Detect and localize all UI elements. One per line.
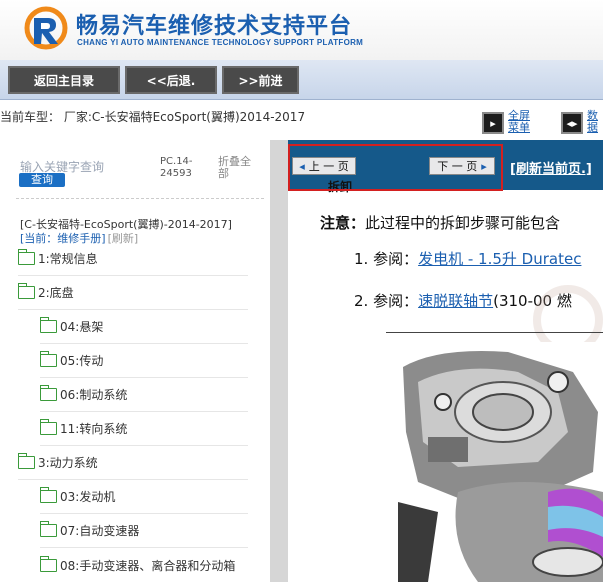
tree-item[interactable]: 3:动力系统 <box>17 446 248 480</box>
highlight-box <box>288 144 503 191</box>
data-link[interactable]: 数 据 <box>587 110 598 134</box>
logo-icon <box>24 6 68 50</box>
forward-button[interactable]: >>前进 <box>222 66 299 94</box>
divider <box>16 198 264 199</box>
tree-item-label: 06:制动系统 <box>60 388 128 402</box>
tree-item[interactable]: 11:转向系统 <box>39 412 248 446</box>
content-body: 注意：此过程中的拆卸步骤可能包含 1. 参阅：发电机 - 1.5升 Durate… <box>288 190 603 582</box>
collapse-all-link[interactable]: 折叠全 部 <box>218 156 258 180</box>
folder-icon <box>39 555 57 572</box>
back-to-main-button[interactable]: 返回主目录 <box>8 66 120 94</box>
tree-item-label: 11:转向系统 <box>60 422 128 436</box>
folder-icon <box>39 385 57 401</box>
step-item: 1. 参阅：发电机 - 1.5升 Duratec <box>354 248 581 269</box>
tree-item-label: 07:自动变速器 <box>60 524 140 538</box>
data-icon[interactable]: ◂▸ <box>561 112 583 134</box>
step-number: 2. 参阅： <box>354 292 419 310</box>
tree-item-label: 04:悬架 <box>60 320 104 334</box>
folder-icon <box>39 351 57 367</box>
tree-item[interactable]: 05:传动 <box>39 344 248 378</box>
content-panel: 拆卸 ◂ 上 一 页 下 一 页 ▸ [刷新当前页.] 注意：此过程中的拆卸步骤可能… <box>288 140 603 582</box>
left-panel: 输入关键字查询 查询 PC.14- 24593 折叠全 部 [C-长安福特-Ec… <box>0 140 270 582</box>
back-button[interactable]: <<后退. <box>125 66 217 94</box>
current-vehicle: 当前车型： 厂家:C-长安福特EcoSport(翼搏)2014-2017 <box>0 110 306 124</box>
folder-icon <box>39 317 57 333</box>
brand-title: 畅易汽车维修技术支持平台 <box>76 14 353 39</box>
tree-item-label: 1:常规信息 <box>38 252 98 266</box>
tree-item-label: 05:传动 <box>60 354 104 368</box>
step-link[interactable]: 速脱联轴节 <box>418 292 493 310</box>
separator <box>386 332 603 333</box>
tree-item[interactable]: 2:底盘 <box>17 276 248 310</box>
tree-item-label: 03:发动机 <box>60 490 116 504</box>
search-button[interactable]: 查询 <box>19 173 65 187</box>
pc-number: PC.14- 24593 <box>160 156 193 179</box>
folder-icon <box>17 249 35 265</box>
tree-item[interactable]: 04:悬架 <box>39 310 248 344</box>
fullscreen-icon[interactable]: ▸ <box>482 112 504 134</box>
tree-item[interactable]: 06:制动系统 <box>39 378 248 412</box>
step-link[interactable]: 发电机 - 1.5升 Duratec <box>418 250 581 268</box>
folder-icon <box>39 487 57 503</box>
nav-bar: 返回主目录 <<后退. >>前进 <box>0 60 603 100</box>
tree-item-label: 08:手动变速器、离合器和分动箱 <box>60 558 236 573</box>
panel-splitter[interactable] <box>270 140 288 582</box>
tree-item[interactable]: 1:常规信息 <box>17 242 248 276</box>
folder-icon <box>39 521 57 537</box>
refresh-page-link[interactable]: [刷新当前页.] <box>510 158 592 177</box>
tree-item[interactable]: 08:手动变速器、离合器和分动箱 <box>39 548 248 582</box>
tree-item[interactable]: 07:自动变速器 <box>39 514 248 548</box>
folder-open-icon <box>17 453 35 469</box>
header: 畅易汽车维修技术支持平台 CHANG YI AUTO MAINTENANCE T… <box>0 0 603 60</box>
brand-subtitle: CHANG YI AUTO MAINTENANCE TECHNOLOGY SUP… <box>77 38 364 47</box>
tree-item-label: 3:动力系统 <box>38 456 98 470</box>
note-label: 注意： <box>320 214 366 232</box>
note: 注意：此过程中的拆卸步骤可能包含 <box>320 212 560 233</box>
folder-open-icon <box>17 283 35 299</box>
fullscreen-menu-link[interactable]: 全屏 菜单 <box>508 110 530 134</box>
tree-item[interactable]: 03:发动机 <box>39 480 248 514</box>
folder-icon <box>39 419 57 435</box>
alternator-diagram <box>398 342 603 582</box>
step-number: 1. 参阅： <box>354 250 419 268</box>
tree-item-label: 2:底盘 <box>38 286 74 300</box>
note-text: 此过程中的拆卸步骤可能包含 <box>365 214 561 232</box>
